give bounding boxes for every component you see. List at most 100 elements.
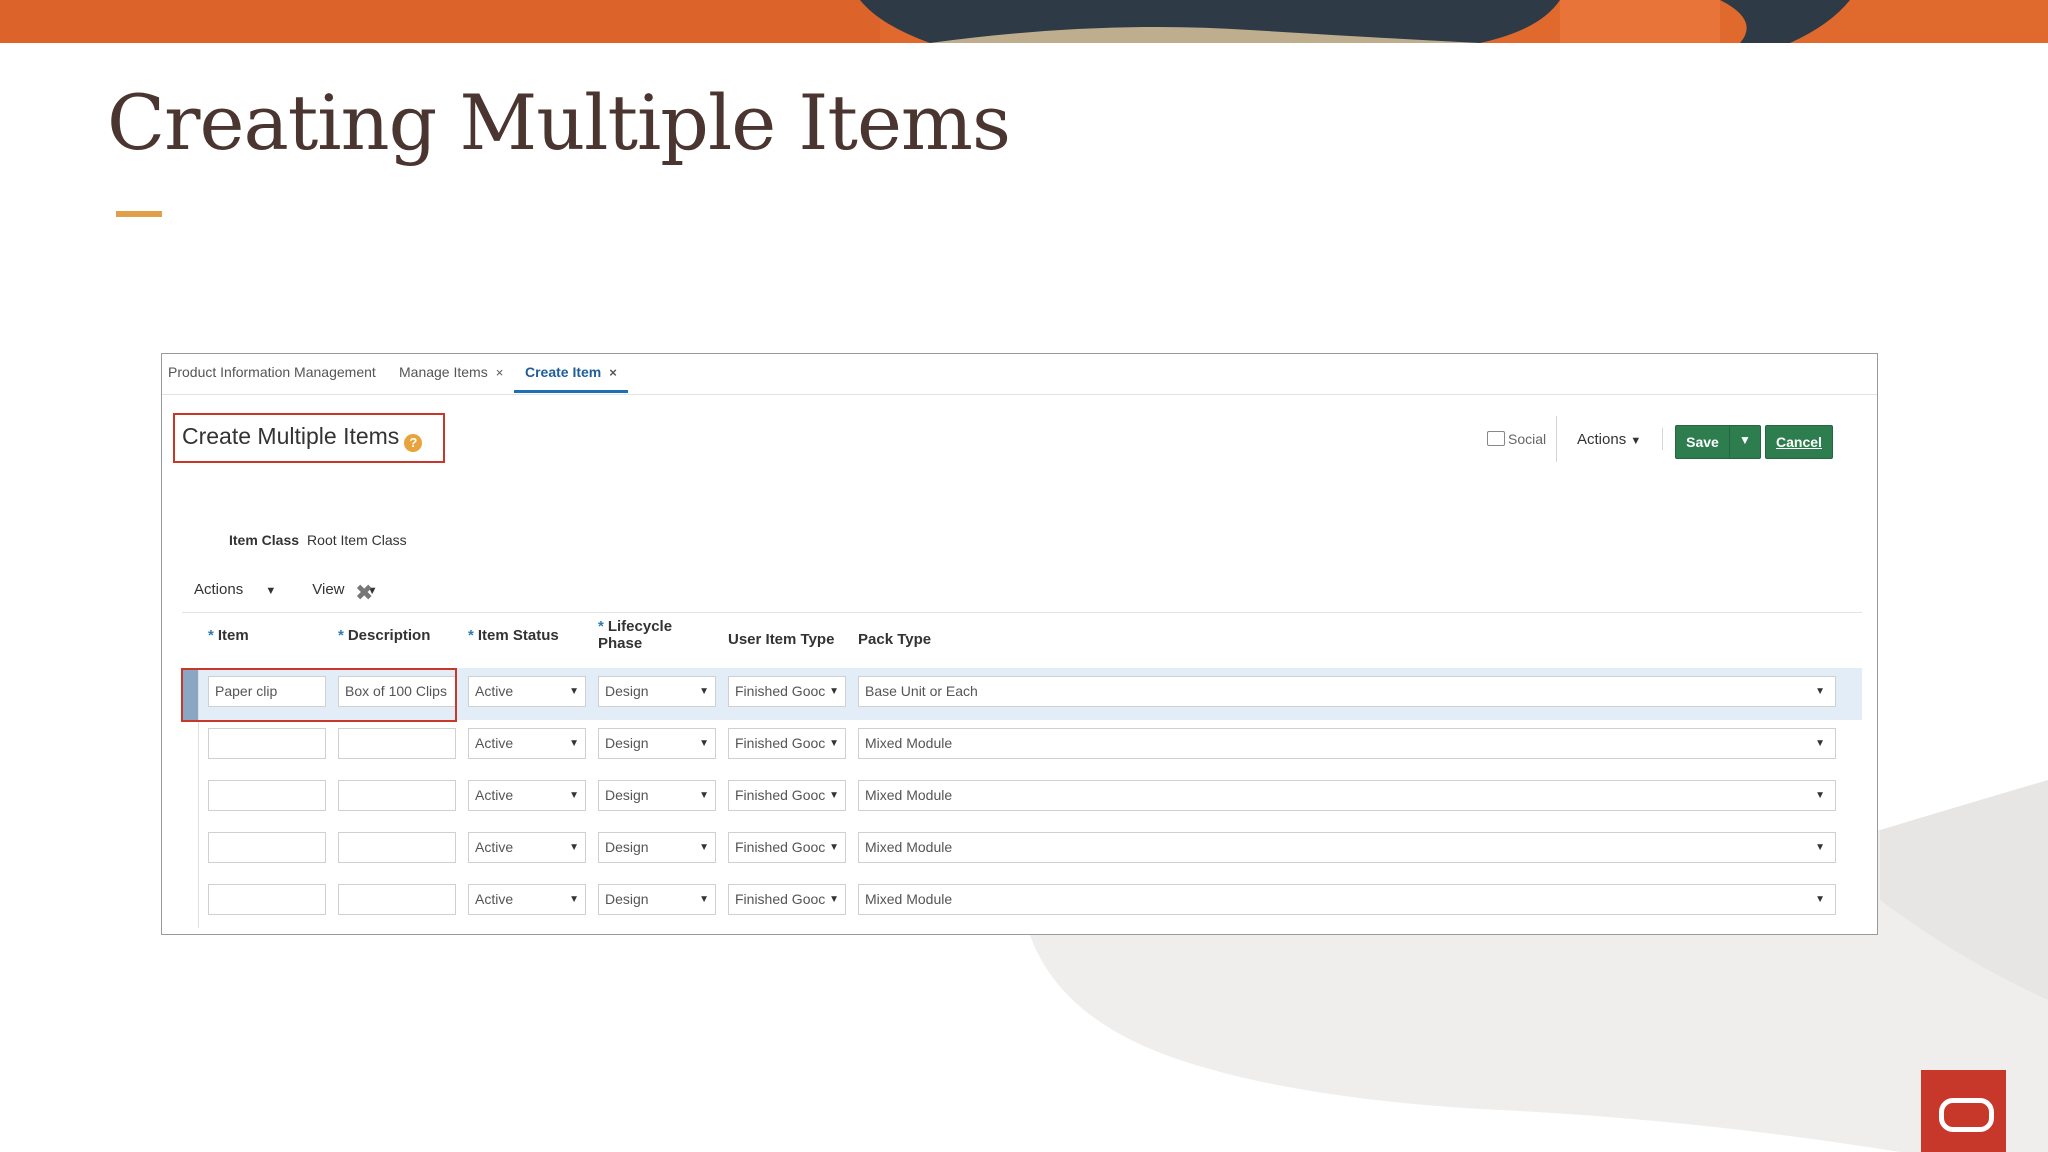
- table-row[interactable]: Active ▼ Design ▼ Finished Gooc ▼ Mixed Mod…: [182, 824, 1862, 876]
- user-item-type-select[interactable]: Finished Gooc ▼: [728, 676, 846, 707]
- user-item-type-select[interactable]: Finished Gooc ▼: [728, 832, 846, 863]
- select-value: Finished Gooc: [735, 891, 826, 907]
- tab-create-item[interactable]: Create Item ×: [525, 364, 617, 380]
- column-label: Item: [217, 627, 249, 644]
- select-value: Design: [605, 891, 649, 907]
- row-selector[interactable]: [182, 720, 199, 772]
- select-value: Mixed Module: [865, 891, 953, 907]
- chevron-down-icon: ▼: [829, 738, 839, 749]
- item-input[interactable]: [208, 884, 326, 915]
- chevron-down-icon: ▼: [569, 894, 579, 905]
- select-value: Finished Gooc: [735, 839, 826, 855]
- lifecycle-phase-select[interactable]: Design ▼: [598, 728, 716, 759]
- close-icon[interactable]: ×: [496, 365, 504, 380]
- save-menu-button[interactable]: ▼: [1729, 425, 1761, 459]
- lifecycle-phase-select[interactable]: Design ▼: [598, 832, 716, 863]
- logo-ring-icon: [1939, 1098, 1994, 1132]
- chevron-down-icon: ▼: [1815, 894, 1825, 905]
- select-value: Mixed Module: [865, 787, 953, 803]
- row-selector[interactable]: [182, 772, 199, 824]
- column-header-user-item-type: User Item Type: [728, 631, 834, 648]
- chevron-down-icon: ▼: [699, 842, 709, 853]
- pack-type-select[interactable]: Mixed Module ▼: [858, 780, 1836, 811]
- select-value: Mixed Module: [865, 735, 953, 751]
- table-row[interactable]: Active ▼ Design ▼ Finished Gooc ▼ Mixed Mod…: [182, 720, 1862, 772]
- select-value: Active: [475, 683, 514, 699]
- table-row[interactable]: Active ▼ Design ▼ Finished Gooc ▼ Mixed Mod…: [182, 876, 1862, 928]
- user-item-type-select[interactable]: Finished Gooc ▼: [728, 728, 846, 759]
- column-header-pack-type: Pack Type: [858, 631, 931, 648]
- description-input[interactable]: [338, 884, 456, 915]
- row-highlight-box: [181, 668, 457, 722]
- toolbar-divider: [1662, 428, 1663, 450]
- app-window: Product Information Management Manage It…: [161, 353, 1878, 935]
- column-label: Pack Type: [858, 631, 932, 648]
- tab-bar: Product Information Management Manage It…: [162, 354, 1877, 395]
- user-item-type-select[interactable]: Finished Gooc ▼: [728, 884, 846, 915]
- row-selector[interactable]: [182, 876, 199, 928]
- description-input[interactable]: [338, 780, 456, 811]
- close-icon[interactable]: ×: [609, 365, 617, 380]
- item-input[interactable]: [208, 780, 326, 811]
- user-item-type-select[interactable]: Finished Gooc ▼: [728, 780, 846, 811]
- chevron-down-icon: ▼: [569, 738, 579, 749]
- social-label: Social: [1508, 431, 1547, 447]
- item-status-select[interactable]: Active ▼: [468, 832, 586, 863]
- required-indicator: *: [208, 627, 214, 644]
- tab-product-information-management[interactable]: Product Information Management: [168, 364, 376, 380]
- chat-icon: [1487, 431, 1505, 446]
- select-value: Mixed Module: [865, 839, 953, 855]
- pack-type-select[interactable]: Mixed Module ▼: [858, 728, 1836, 759]
- item-class-value: Root Item Class: [307, 532, 407, 548]
- chevron-down-icon: ▼: [1739, 433, 1751, 447]
- chevron-down-icon: ▼: [1815, 686, 1825, 697]
- chevron-down-icon: ▼: [1630, 435, 1642, 447]
- item-class-label: Item Class: [229, 532, 300, 548]
- pack-type-select[interactable]: Mixed Module ▼: [858, 884, 1836, 915]
- page-title-text: Create Multiple Items: [182, 423, 400, 449]
- row-selector[interactable]: [182, 824, 199, 876]
- item-input[interactable]: [208, 728, 326, 759]
- required-indicator: *: [468, 627, 474, 644]
- column-label: User Item Type: [728, 631, 835, 648]
- select-value: Active: [475, 735, 514, 751]
- actions-menu[interactable]: Actions ▼: [1577, 431, 1641, 448]
- lifecycle-phase-select[interactable]: Design ▼: [598, 780, 716, 811]
- pack-type-select[interactable]: Mixed Module ▼: [858, 832, 1836, 863]
- table-row[interactable]: Active ▼ Design ▼ Finished Gooc ▼ Mixed Mod…: [182, 772, 1862, 824]
- select-value: Active: [475, 891, 514, 907]
- description-input[interactable]: [338, 832, 456, 863]
- toolbar-divider: [1556, 416, 1557, 462]
- cancel-button[interactable]: Cancel: [1765, 425, 1833, 459]
- table-actions-menu[interactable]: Actions ▼: [194, 581, 294, 598]
- chevron-down-icon: ▼: [699, 894, 709, 905]
- lifecycle-phase-select[interactable]: Design ▼: [598, 884, 716, 915]
- item-status-select[interactable]: Active ▼: [468, 884, 586, 915]
- chevron-down-icon: ▼: [829, 842, 839, 853]
- column-label: Item Status: [477, 627, 559, 644]
- table-view-menu[interactable]: View ▼: [312, 581, 395, 598]
- chevron-down-icon: ▼: [265, 585, 277, 597]
- chevron-down-icon: ▼: [569, 686, 579, 697]
- select-value: Base Unit or Each: [865, 683, 978, 699]
- column-header-item-status: * Item Status: [468, 627, 559, 644]
- tab-label: Create Item: [525, 364, 602, 380]
- select-value: Design: [605, 839, 649, 855]
- description-input[interactable]: [338, 728, 456, 759]
- detach-icon[interactable]: ✖: [355, 580, 373, 606]
- item-status-select[interactable]: Active ▼: [468, 728, 586, 759]
- title-accent-bar: [116, 211, 162, 217]
- pack-type-select[interactable]: Base Unit or Each ▼: [858, 676, 1836, 707]
- chevron-down-icon: ▼: [1815, 842, 1825, 853]
- item-status-select[interactable]: Active ▼: [468, 780, 586, 811]
- item-input[interactable]: [208, 832, 326, 863]
- social-link[interactable]: Social: [1487, 431, 1546, 447]
- select-value: Design: [605, 735, 649, 751]
- lifecycle-phase-select[interactable]: Design ▼: [598, 676, 716, 707]
- save-button[interactable]: Save: [1675, 425, 1730, 459]
- active-tab-indicator: [514, 390, 628, 393]
- help-icon[interactable]: ?: [404, 434, 423, 452]
- item-status-select[interactable]: Active ▼: [468, 676, 586, 707]
- column-header-description: * Description: [338, 627, 430, 644]
- tab-manage-items[interactable]: Manage Items ×: [399, 364, 503, 380]
